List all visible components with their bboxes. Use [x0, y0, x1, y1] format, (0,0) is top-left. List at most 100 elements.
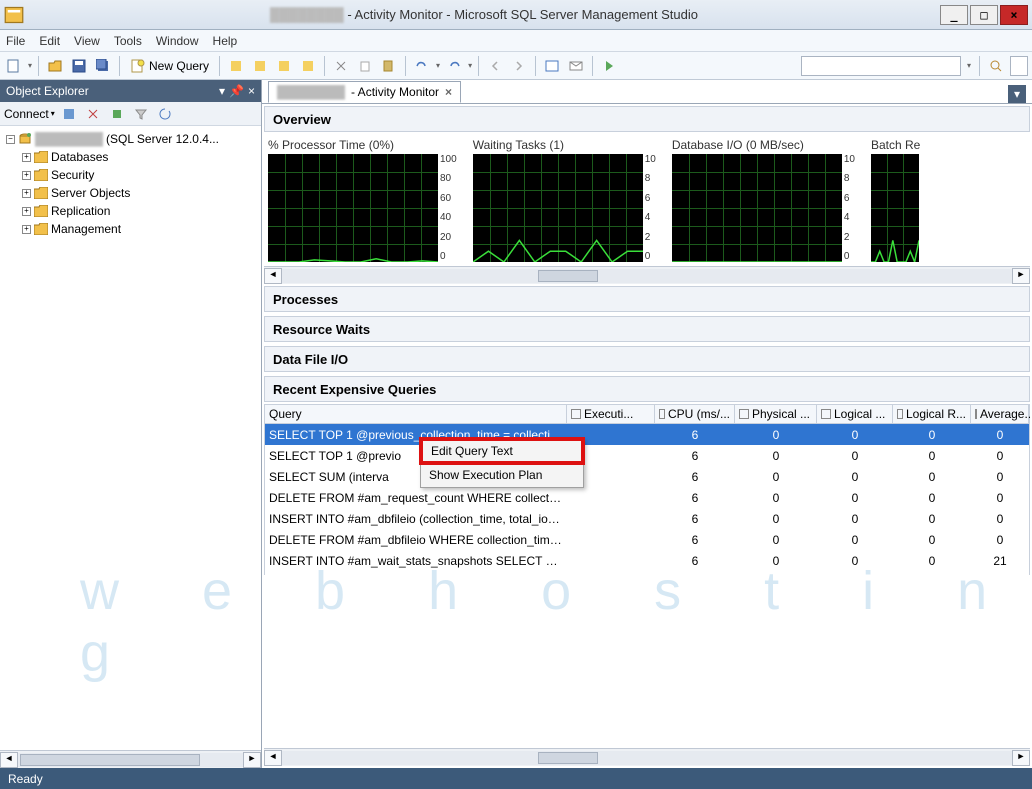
hscroll-left[interactable]: ◄ — [0, 752, 18, 768]
save-all-button[interactable] — [93, 56, 113, 76]
object-tree[interactable]: − ████████ (SQL Server 12.0.4... + Databa… — [0, 126, 261, 750]
tree-node-security[interactable]: + Security — [2, 166, 259, 184]
open-button[interactable] — [45, 56, 65, 76]
query-row[interactable]: SELECT TOP 1 @previous_collection_time =… — [265, 424, 1029, 445]
pane-hscroll[interactable]: ◄ ► — [264, 748, 1030, 766]
cell-logical-1: 0 — [817, 491, 893, 505]
filter-icon[interactable] — [975, 409, 977, 419]
data-file-io-section-header[interactable]: Data File I/O — [264, 346, 1030, 372]
expand-icon[interactable]: + — [22, 189, 31, 198]
tb-icon-db3[interactable] — [274, 56, 294, 76]
context-menu-item[interactable]: Edit Query Text — [421, 439, 583, 463]
undo-button[interactable] — [412, 56, 432, 76]
cell-cpu: 6 — [655, 575, 735, 576]
filter-icon[interactable] — [659, 409, 665, 419]
tab-close-icon[interactable]: × — [445, 85, 452, 99]
minimize-button[interactable]: _ — [940, 5, 968, 25]
toolbar-help-button[interactable] — [1010, 56, 1028, 76]
tree-node-replication[interactable]: +Replication — [2, 202, 259, 220]
overview-section-header[interactable]: Overview — [264, 106, 1030, 132]
pane-hscroll-left[interactable]: ◄ — [264, 750, 282, 766]
cell-cpu: 6 — [655, 491, 735, 505]
menu-help[interactable]: Help — [213, 34, 238, 48]
overview-hscroll[interactable]: ◄ ► — [264, 266, 1030, 284]
connect-dropdown[interactable]: Connect▾ — [4, 107, 55, 121]
save-button[interactable] — [69, 56, 89, 76]
col-executions[interactable]: Executi... — [567, 405, 655, 423]
execute-button[interactable] — [599, 56, 619, 76]
new-project-button[interactable] — [4, 56, 24, 76]
cell-physical: 0 — [735, 428, 817, 442]
new-query-label: New Query — [149, 59, 209, 73]
ov-hscroll-left[interactable]: ◄ — [264, 268, 282, 284]
panel-dropdown-icon[interactable]: ▾ — [219, 84, 225, 98]
disconnect-icon[interactable] — [83, 104, 103, 124]
menu-view[interactable]: View — [74, 34, 100, 48]
processes-section-header[interactable]: Processes — [264, 286, 1030, 312]
query-row[interactable]: SELECT TOP 1 @previo60000 — [265, 445, 1029, 466]
connect-icon[interactable] — [59, 104, 79, 124]
query-row[interactable]: DELETE FROM #am_dbfileio WHERE collectio… — [265, 529, 1029, 550]
menu-tools[interactable]: Tools — [114, 34, 142, 48]
ov-hscroll-right[interactable]: ► — [1012, 268, 1030, 284]
tb-icon-db4[interactable] — [298, 56, 318, 76]
activity-monitor-tab[interactable]: ████████ - Activity Monitor × — [268, 81, 461, 103]
recent-queries-section-header[interactable]: Recent Expensive Queries — [264, 376, 1030, 402]
expand-icon[interactable]: + — [22, 207, 31, 216]
filter-icon[interactable] — [571, 409, 581, 419]
toolbar-combo[interactable] — [801, 56, 961, 76]
panel-pin-icon[interactable]: 📌 — [229, 84, 244, 98]
tree-node-server-objects[interactable]: +Server Objects — [2, 184, 259, 202]
object-explorer-hscroll[interactable]: ◄ ► — [0, 750, 261, 768]
pane-hscroll-right[interactable]: ► — [1012, 750, 1030, 766]
query-row[interactable]: INSERT INTO #am_wait_stats_snapshots SEL… — [265, 550, 1029, 571]
refresh-icon[interactable] — [155, 104, 175, 124]
col-cpu[interactable]: CPU (ms/... — [655, 405, 735, 423]
tb-icon-db1[interactable] — [226, 56, 246, 76]
col-logical-1[interactable]: Logical ... — [817, 405, 893, 423]
col-average[interactable]: Average... — [971, 405, 1029, 423]
nav-fwd-button[interactable] — [509, 56, 529, 76]
filter-icon[interactable] — [821, 409, 831, 419]
cut-button[interactable] — [331, 56, 351, 76]
query-row[interactable]: DELETE FROM #am_request_count WHERE coll… — [265, 487, 1029, 508]
tb-window-button[interactable] — [542, 56, 562, 76]
tree-node-databases[interactable]: + Databases — [2, 148, 259, 166]
col-physical[interactable]: Physical ... — [735, 405, 817, 423]
tb-mail-button[interactable] — [566, 56, 586, 76]
tb-icon-db2[interactable] — [250, 56, 270, 76]
stop-icon[interactable] — [107, 104, 127, 124]
new-query-button[interactable]: New Query — [126, 58, 213, 74]
col-logical-2[interactable]: Logical R... — [893, 405, 971, 423]
copy-button[interactable] — [355, 56, 375, 76]
menu-edit[interactable]: Edit — [39, 34, 60, 48]
nav-back-button[interactable] — [485, 56, 505, 76]
menu-window[interactable]: Window — [156, 34, 199, 48]
hscroll-right[interactable]: ► — [243, 752, 261, 768]
query-row[interactable]: SELECT @current_total_io_mb = SUM(num_of… — [265, 571, 1029, 575]
query-row[interactable]: SELECT SUM (interva60000 — [265, 466, 1029, 487]
filter-icon[interactable] — [897, 409, 903, 419]
toolbar-find-button[interactable] — [986, 56, 1006, 76]
tree-server-row[interactable]: − ████████ (SQL Server 12.0.4... — [2, 130, 259, 148]
menu-file[interactable]: File — [6, 34, 25, 48]
redo-button[interactable] — [444, 56, 464, 76]
collapse-icon[interactable]: − — [6, 135, 15, 144]
tree-node-label: Databases — [51, 150, 108, 164]
maximize-button[interactable]: □ — [970, 5, 998, 25]
panel-close-icon[interactable]: × — [248, 84, 255, 98]
query-row[interactable]: INSERT INTO #am_dbfileio (collection_tim… — [265, 508, 1029, 529]
expand-icon[interactable]: + — [22, 171, 31, 180]
filter-icon[interactable] — [739, 409, 749, 419]
close-button[interactable]: × — [1000, 5, 1028, 25]
tab-overflow-icon[interactable]: ▾ — [1008, 85, 1026, 103]
resource-waits-section-header[interactable]: Resource Waits — [264, 316, 1030, 342]
filter-icon[interactable] — [131, 104, 151, 124]
tree-node-label: Security — [51, 168, 94, 182]
context-menu-item[interactable]: Show Execution Plan — [421, 463, 583, 487]
expand-icon[interactable]: + — [22, 225, 31, 234]
paste-button[interactable] — [379, 56, 399, 76]
col-query[interactable]: Query — [265, 405, 567, 423]
expand-icon[interactable]: + — [22, 153, 31, 162]
tree-node-management[interactable]: +Management — [2, 220, 259, 238]
